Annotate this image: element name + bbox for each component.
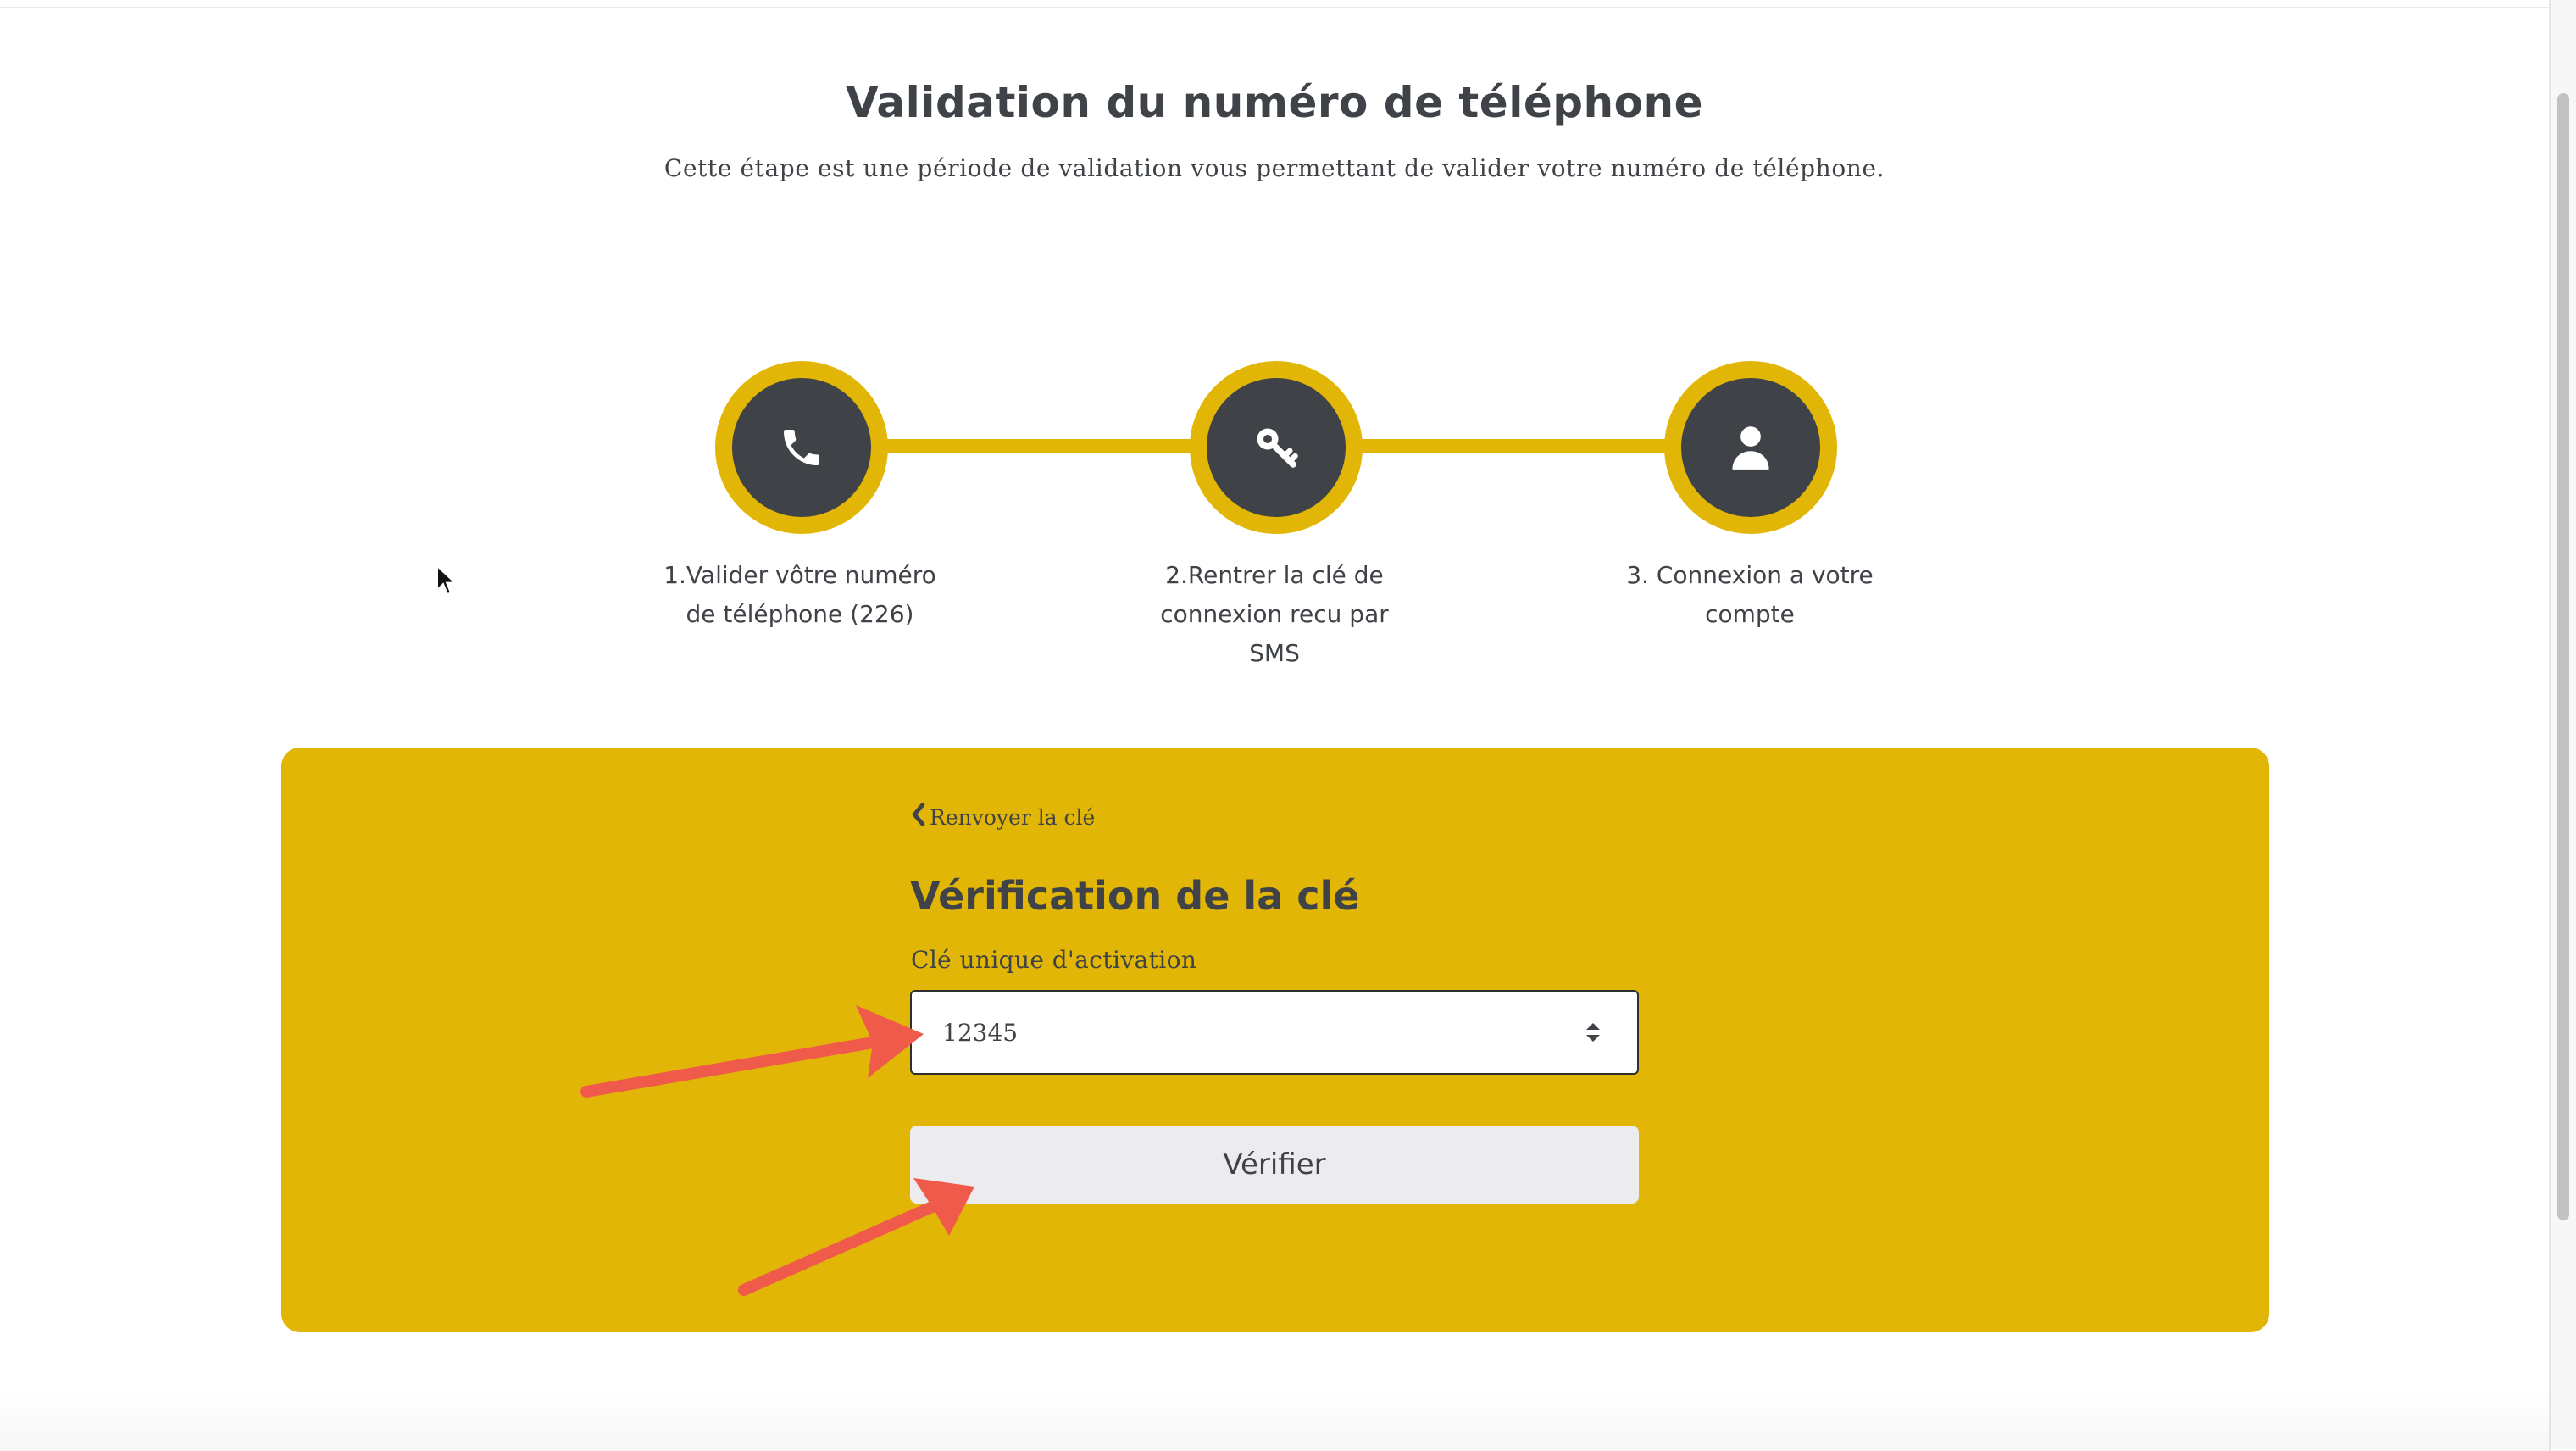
user-icon — [1729, 424, 1773, 471]
mouse-cursor-icon — [436, 564, 458, 600]
step-1-circle — [715, 361, 888, 534]
page-subtitle: Cette étape est une période de validatio… — [663, 154, 1885, 182]
activation-key-label: Clé unique d'activation — [911, 946, 1197, 974]
key-icon — [1251, 422, 1302, 473]
page-title: Validation du numéro de téléphone — [845, 78, 1704, 127]
phone-icon — [778, 424, 825, 471]
verification-title: Vérification de la clé — [910, 873, 1360, 919]
scrollbar-thumb[interactable] — [2557, 93, 2569, 1220]
step-2-label: 2.Rentrer la clé de connexion recu par S… — [1160, 561, 1389, 667]
step-1-label: 1.Valider vôtre numéro de téléphone (226… — [663, 561, 936, 628]
number-spinner-icon[interactable] — [1579, 1019, 1607, 1046]
step-3-circle — [1664, 361, 1837, 534]
step-3-label: 3. Connexion a votre compte — [1626, 561, 1874, 628]
activation-key-input[interactable] — [910, 990, 1639, 1075]
chevron-left-icon — [911, 803, 926, 831]
top-border — [0, 0, 2549, 8]
bottom-shade — [0, 1390, 2549, 1451]
resend-key-label: Renvoyer la clé — [930, 804, 1096, 830]
verify-button[interactable]: Vérifier — [910, 1126, 1639, 1204]
step-2-circle — [1190, 361, 1363, 534]
resend-key-link[interactable]: Renvoyer la clé — [911, 803, 1095, 831]
